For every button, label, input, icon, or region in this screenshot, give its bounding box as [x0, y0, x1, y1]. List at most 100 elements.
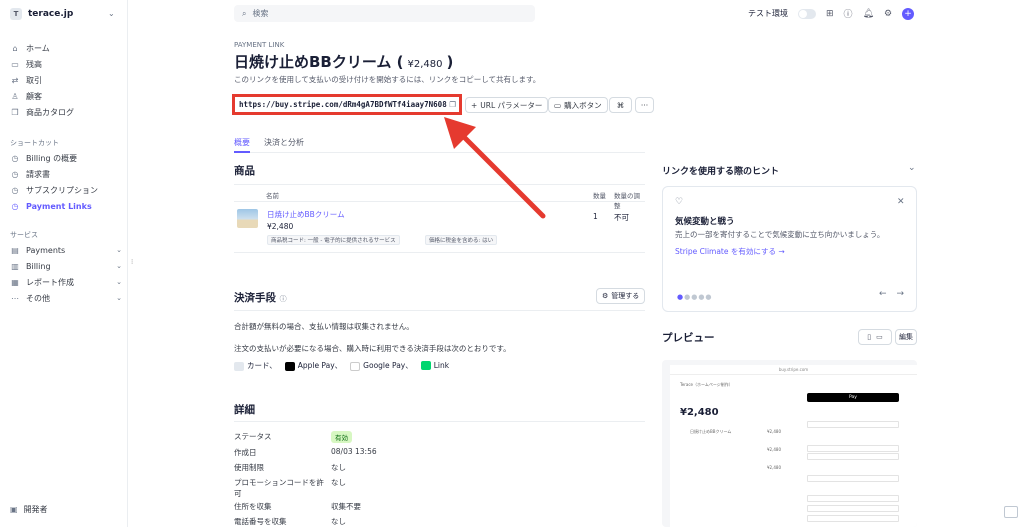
product-name-link[interactable]: 日焼け止めBBクリーム: [267, 209, 345, 220]
tax-code-tag: 商品税コード: 一般 - 電子的に提供されるサービス: [267, 235, 400, 245]
sidebar-services-item[interactable]: ⋯ その他 ⌄: [10, 290, 122, 306]
payment-link-url-text: https://buy.stripe.com/dRm4gA7BDfWTf4iaa…: [239, 100, 447, 109]
chevron-down-icon[interactable]: ⌄: [116, 246, 122, 254]
payment-method-apple-pay: Apple Pay、: [284, 360, 342, 371]
carousel-dots[interactable]: ●●●●●: [677, 293, 713, 301]
clock-icon: ◷: [11, 169, 19, 179]
divider: [234, 421, 645, 422]
sidebar-shortcuts-item[interactable]: ◷ 請求書: [10, 166, 122, 182]
chevron-down-icon[interactable]: ⌄: [908, 163, 916, 173]
sidebar-shortcuts-item[interactable]: ◷ サブスクリプション: [10, 182, 122, 198]
chevron-down-icon[interactable]: ⌄: [116, 278, 122, 286]
device-toggle: ▯ ▭: [858, 329, 892, 345]
arrow-left-icon[interactable]: ←: [879, 289, 887, 299]
preview-country-field: [807, 495, 899, 502]
resize-handle[interactable]: ⁞: [131, 258, 133, 266]
sidebar-item-label: 残高: [26, 59, 42, 69]
details-label: 使用制限: [234, 463, 264, 472]
manage-button[interactable]: ⚙ 管理する: [596, 288, 646, 304]
product-thumbnail: [237, 209, 258, 228]
sidebar-shortcuts-item[interactable]: ◷ Billing の概要: [10, 150, 122, 166]
preview-address-field: [807, 505, 899, 512]
preview-subtotal: ¥2,480: [767, 447, 781, 452]
info-icon[interactable]: ⓘ: [280, 295, 287, 303]
shortcuts-label: ショートカット: [10, 139, 59, 147]
google-pay-icon: [350, 361, 361, 371]
apps-icon[interactable]: ⊞: [826, 9, 834, 19]
details-label: 住所を収集: [234, 502, 272, 511]
sidebar-main-item[interactable]: ♙ 顧客: [10, 88, 122, 104]
sidebar-services-item[interactable]: ▦ レポート作成 ⌄: [10, 274, 122, 290]
test-mode-toggle[interactable]: [798, 8, 816, 19]
sidebar-main-item[interactable]: ❒ 商品カタログ: [10, 104, 122, 120]
buy-button-button[interactable]: ▭ 購入ボタン: [548, 97, 608, 113]
details-row: プロモーションコードを許可 なし: [234, 477, 346, 499]
sidebar-main-item[interactable]: ⌂ ホーム: [10, 40, 122, 56]
heart-icon: ♡: [675, 197, 684, 207]
bell-icon[interactable]: 🔔︎: [863, 9, 874, 19]
sidebar-main-item[interactable]: ⇄ 取引: [10, 72, 122, 88]
feedback-icon[interactable]: [1004, 506, 1018, 518]
qr-code-icon: ⌘: [616, 100, 625, 110]
page-title-close: ): [446, 53, 454, 71]
desktop-icon[interactable]: ▭: [876, 333, 883, 341]
tab-divider: [234, 152, 645, 153]
details-value: 08/03 13:56: [331, 447, 377, 456]
test-mode-label: テスト環境: [748, 9, 788, 18]
preview-amount: ¥2,480: [680, 407, 719, 418]
services-label: サービス: [10, 231, 38, 239]
payments-icon: ▤: [11, 245, 19, 255]
catalog-icon: ❒: [11, 107, 19, 117]
chevron-down-icon[interactable]: ⌄: [108, 9, 115, 18]
preview-name-field: [807, 475, 899, 482]
arrow-right-icon[interactable]: →: [897, 289, 905, 299]
copy-icon[interactable]: ❐: [449, 100, 456, 109]
account-switcher[interactable]: T terace.jp: [10, 8, 73, 20]
gear-icon[interactable]: ⚙: [884, 9, 892, 19]
details-row: 使用制限 なし: [234, 462, 346, 473]
sidebar-shortcuts-item[interactable]: ◷ Payment Links: [10, 198, 122, 214]
sidebar-main-item[interactable]: ▭ 残高: [10, 56, 122, 72]
create-plus-button[interactable]: +: [902, 7, 915, 20]
reports-icon: ▦: [11, 277, 19, 287]
more-actions-button[interactable]: ···: [635, 97, 654, 113]
payment-link-url[interactable]: https://buy.stripe.com/dRm4gA7BDfWTf4iaa…: [232, 94, 462, 115]
chevron-down-icon[interactable]: ⌄: [116, 262, 122, 270]
divider: [234, 252, 645, 253]
help-icon[interactable]: ⓘ: [844, 7, 853, 20]
sidebar-services: サービス ▤ Payments ⌄ ▥ Billing ⌄ ▦ レポート作成 ⌄ ⋯ その他 ⌄: [10, 228, 122, 306]
tab-analytics[interactable]: 決済と分析: [264, 137, 304, 148]
app-root: T terace.jp ⌄ ⌂ ホーム ▭ 残高 ⇄ 取引 ♙ 顧客 ❒ 商品カタログ ショートカ…: [0, 0, 1024, 527]
products-heading: 商品: [234, 165, 255, 177]
close-icon[interactable]: ✕: [897, 197, 905, 207]
page-title-text: 日焼け止めBBクリーム (: [234, 53, 404, 71]
payment-methods-title: 決済手段: [234, 292, 276, 304]
stripe-climate-link[interactable]: Stripe Climate を有効にする →: [675, 246, 785, 257]
card-icon: [234, 361, 244, 371]
url-params-button[interactable]: + URL パラメーター: [465, 97, 549, 113]
sidebar-shortcuts: ショートカット ◷ Billing の概要 ◷ 請求書 ◷ サブスクリプション ◷ Payme…: [10, 136, 122, 214]
tab-overview[interactable]: 概要: [234, 137, 250, 148]
sidebar-services-item[interactable]: ▤ Payments ⌄: [10, 242, 122, 258]
checkout-preview-frame: buy.stripe.com Terace（ホームページ制作） ¥2,480 日…: [670, 365, 917, 527]
carousel-nav: ← →: [879, 289, 904, 299]
divider: [234, 310, 645, 311]
preview-browser-bar: buy.stripe.com: [670, 365, 917, 375]
sidebar-item-label: レポート作成: [26, 277, 74, 287]
preview-email-field: [807, 421, 899, 428]
chevron-down-icon[interactable]: ⌄: [116, 294, 122, 302]
apple-pay-icon: [284, 361, 295, 371]
sidebar-services-item[interactable]: ▥ Billing ⌄: [10, 258, 122, 274]
mobile-icon[interactable]: ▯: [867, 333, 871, 341]
sidebar-item-label: Billing の概要: [26, 153, 78, 163]
edit-button[interactable]: 編集: [895, 329, 917, 345]
hint-card-description: 売上の一部を寄付することで気候変動に立ち向かいましょう。: [675, 230, 885, 239]
details-value: なし: [331, 478, 346, 487]
button-icon: ▭: [554, 100, 562, 110]
active-tab-indicator: [234, 151, 250, 153]
details-value: なし: [331, 517, 346, 526]
qr-code-button[interactable]: ⌘: [609, 97, 632, 113]
details-row: ステータス 有効: [234, 431, 352, 443]
search-input[interactable]: ⌕ 検索: [234, 5, 535, 22]
sidebar-item-developer[interactable]: ▣ 開発者: [10, 504, 48, 515]
